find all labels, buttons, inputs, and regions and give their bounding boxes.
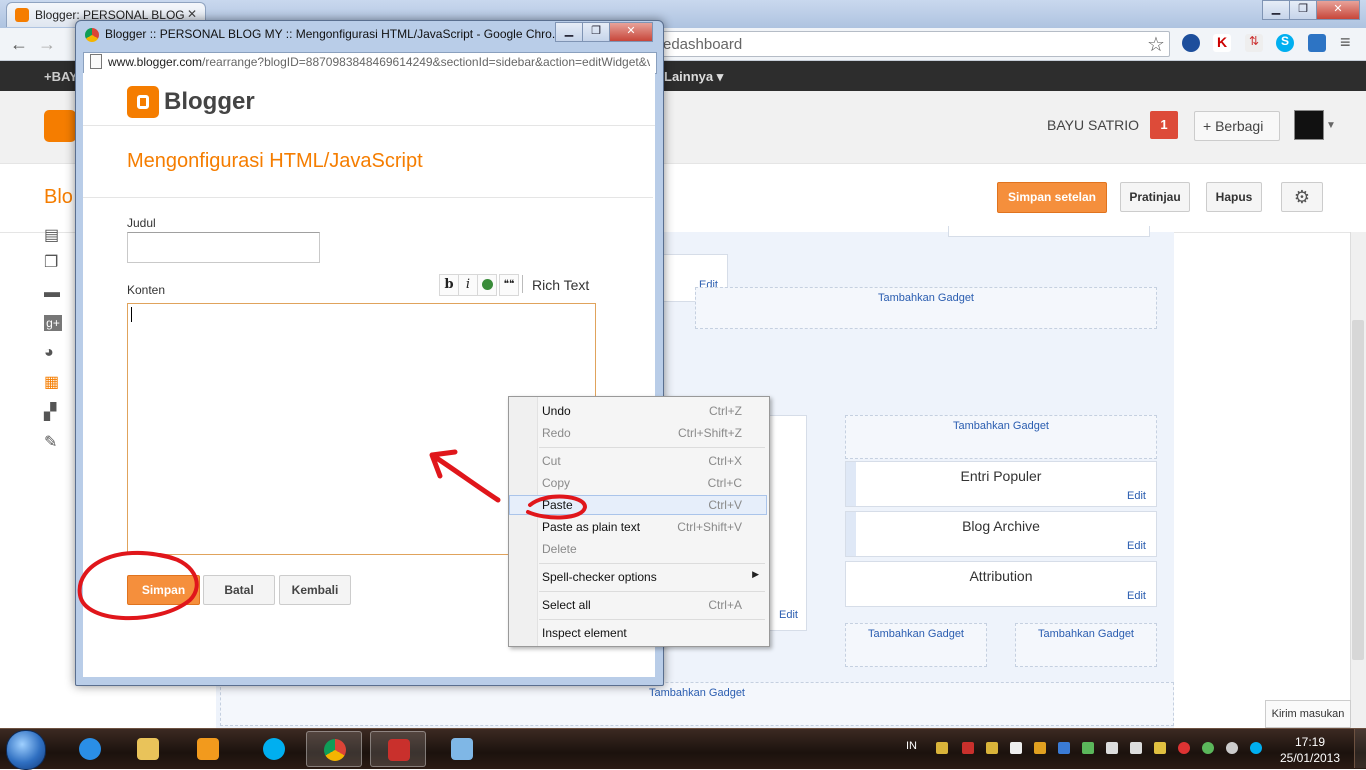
start-button[interactable] <box>6 730 46 770</box>
red-annotations <box>77 449 588 621</box>
tray-icon[interactable] <box>962 742 974 754</box>
taskbar-ie[interactable] <box>62 731 118 767</box>
taskbar-paint[interactable] <box>434 731 490 767</box>
taskbar-chrome[interactable] <box>306 731 362 767</box>
skype-tray-icon[interactable] <box>1250 742 1262 754</box>
taskbar-skype[interactable] <box>246 731 302 767</box>
tray-icon[interactable] <box>1082 742 1094 754</box>
chrome-icon <box>324 739 346 761</box>
ie-icon <box>79 738 101 760</box>
folder-icon <box>137 738 159 760</box>
tray-icon[interactable] <box>1034 742 1046 754</box>
tray-icon[interactable] <box>986 742 998 754</box>
paint-icon <box>451 738 473 760</box>
annotation-circle-paste <box>526 494 588 520</box>
tray-icon[interactable] <box>1202 742 1214 754</box>
network-icon[interactable] <box>1106 742 1118 754</box>
taskbar-kaspersky[interactable] <box>370 731 426 767</box>
annotation-circle-save <box>77 550 199 621</box>
taskbar-explorer[interactable] <box>120 731 176 767</box>
flag-icon[interactable] <box>1010 742 1022 754</box>
clock-time[interactable]: 17:19 <box>1290 735 1330 749</box>
taskbar-media[interactable] <box>180 731 236 767</box>
tray-icon[interactable] <box>1154 742 1166 754</box>
clock-date[interactable]: 25/01/2013 <box>1278 751 1342 765</box>
tray-icon[interactable] <box>1178 742 1190 754</box>
annotation-arrow <box>429 449 501 503</box>
tray-icon[interactable] <box>936 742 948 754</box>
tray-icon[interactable] <box>1058 742 1070 754</box>
skype-icon <box>263 738 285 760</box>
volume-icon[interactable] <box>1130 742 1142 754</box>
media-player-icon <box>197 738 219 760</box>
kaspersky-icon <box>388 739 410 761</box>
show-desktop-button[interactable] <box>1354 729 1366 768</box>
tray-icon[interactable] <box>1226 742 1238 754</box>
language-indicator[interactable]: IN <box>906 740 917 752</box>
